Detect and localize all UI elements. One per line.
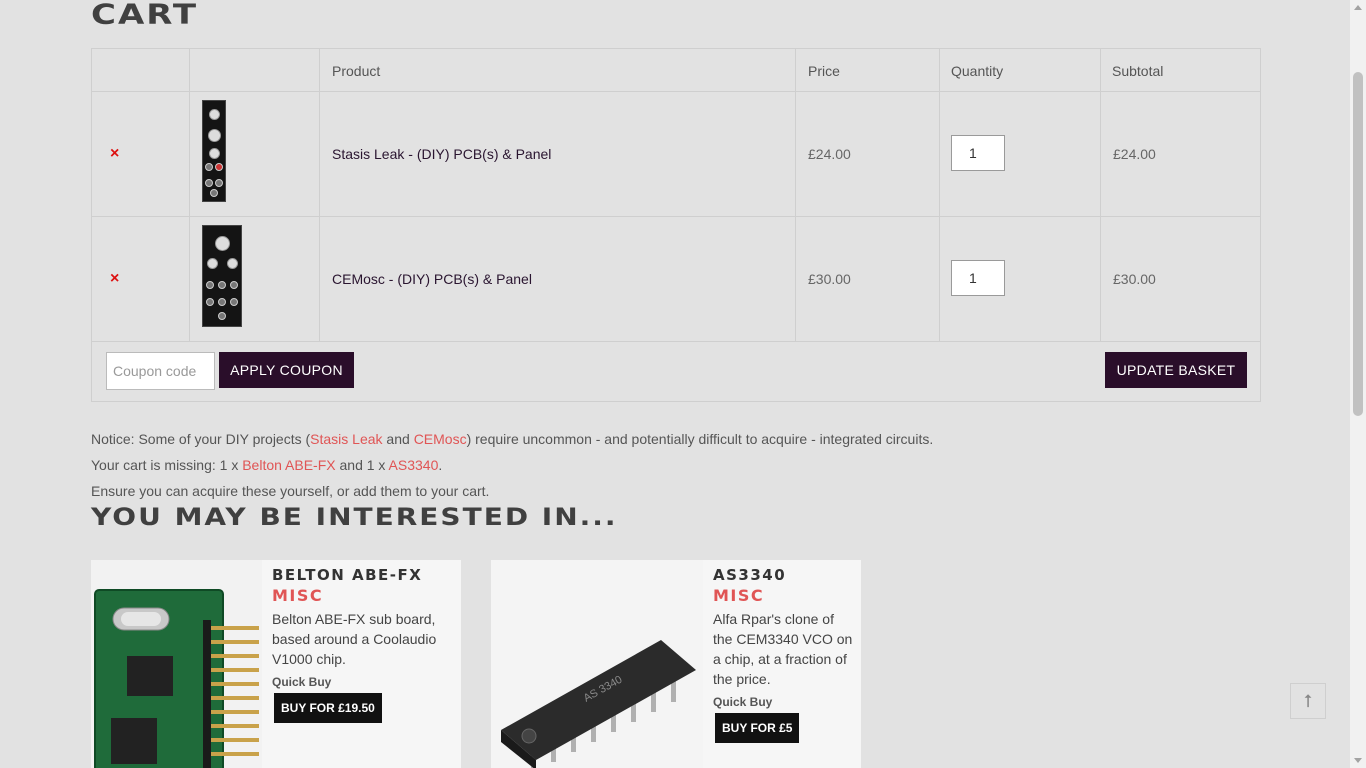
header-price: Price	[808, 63, 840, 79]
header-product: Product	[332, 63, 381, 79]
notice-text: and 1 x	[335, 457, 389, 473]
notice-text: Notice: Some of your DIY projects (	[91, 431, 311, 447]
divider	[319, 49, 320, 342]
product-card-body: Belton ABE-FX MISC Belton ABE-FX sub boa…	[272, 568, 452, 723]
close-icon[interactable]: ×	[110, 145, 119, 163]
link-cemosc[interactable]: CEMosc	[414, 431, 467, 447]
product-card: Belton ABE-FX MISC Belton ABE-FX sub boa…	[91, 560, 461, 768]
notice-line: Ensure you can acquire these yourself, o…	[91, 483, 490, 499]
notice-text: and	[382, 431, 414, 447]
apply-coupon-button[interactable]: APPLY COUPON	[219, 352, 354, 388]
product-category[interactable]: MISC	[272, 586, 452, 605]
product-description: Belton ABE-FX sub board, based around a …	[272, 611, 437, 667]
product-name[interactable]: CEMosc - (DIY) PCB(s) & Panel	[332, 271, 532, 287]
header-quantity: Quantity	[951, 63, 1004, 79]
scrollbar[interactable]	[1350, 0, 1366, 768]
product-image[interactable]: AS 3340	[491, 560, 703, 768]
product-category[interactable]: MISC	[713, 586, 853, 605]
product-subtotal: £30.00	[1113, 271, 1156, 287]
buy-button[interactable]: BUY FOR £5	[715, 713, 800, 743]
cart-table: Product Price Quantity Subtotal × Stasis…	[91, 48, 1261, 402]
close-icon[interactable]: ×	[110, 270, 119, 288]
divider	[92, 341, 1260, 342]
divider	[92, 91, 1260, 92]
quick-buy-label: Quick Buy	[272, 675, 332, 689]
arrow-up-icon[interactable]: ⭡	[1290, 683, 1326, 719]
scroll-down-arrow[interactable]	[1354, 758, 1362, 763]
product-title[interactable]: Belton ABE-FX	[272, 568, 452, 583]
product-image[interactable]	[91, 560, 262, 768]
divider	[189, 49, 190, 342]
quick-buy-label: Quick Buy	[713, 695, 773, 709]
related-title: YOU MAY BE INTERESTED IN...	[91, 503, 618, 532]
notice-line: Notice: Some of your DIY projects (Stasi…	[91, 431, 933, 447]
notice-text: Your cart is missing: 1 x	[91, 457, 243, 473]
page-title: CART	[91, 0, 199, 31]
link-stasis-leak[interactable]: Stasis Leak	[310, 431, 382, 447]
product-name[interactable]: Stasis Leak - (DIY) PCB(s) & Panel	[332, 146, 551, 162]
header-subtotal: Subtotal	[1112, 63, 1164, 79]
coupon-input[interactable]	[106, 352, 215, 390]
product-thumbnail[interactable]	[202, 100, 226, 202]
product-subtotal: £24.00	[1113, 146, 1156, 162]
notice-text: .	[438, 457, 443, 473]
product-title[interactable]: AS3340	[713, 568, 853, 583]
product-price: £30.00	[808, 271, 851, 287]
quantity-input[interactable]	[951, 260, 1005, 296]
update-basket-button[interactable]: UPDATE BASKET	[1105, 352, 1247, 388]
notice-text: ) require uncommon - and potentially dif…	[466, 431, 934, 447]
product-card: AS 3340 AS3340 MISC Alfa Rpar's clone of…	[491, 560, 861, 768]
product-card-body: AS3340 MISC Alfa Rpar's clone of the CEM…	[713, 568, 853, 743]
divider	[795, 49, 796, 342]
notice-line: Your cart is missing: 1 x Belton ABE-FX …	[91, 457, 442, 473]
link-belton-abe-fx[interactable]: Belton ABE-FX	[242, 457, 335, 473]
buy-button[interactable]: BUY FOR £19.50	[274, 693, 382, 723]
divider	[939, 49, 940, 342]
page: CART Product Price Quantity Subtotal × S…	[0, 0, 1350, 768]
product-description: Alfa Rpar's clone of the CEM3340 VCO on …	[713, 611, 853, 687]
divider	[92, 216, 1260, 217]
divider	[1100, 49, 1101, 342]
product-thumbnail[interactable]	[202, 225, 242, 327]
scroll-up-arrow[interactable]	[1354, 5, 1362, 10]
scrollbar-thumb[interactable]	[1353, 72, 1363, 416]
product-price: £24.00	[808, 146, 851, 162]
quantity-input[interactable]	[951, 135, 1005, 171]
link-as3340[interactable]: AS3340	[389, 457, 439, 473]
